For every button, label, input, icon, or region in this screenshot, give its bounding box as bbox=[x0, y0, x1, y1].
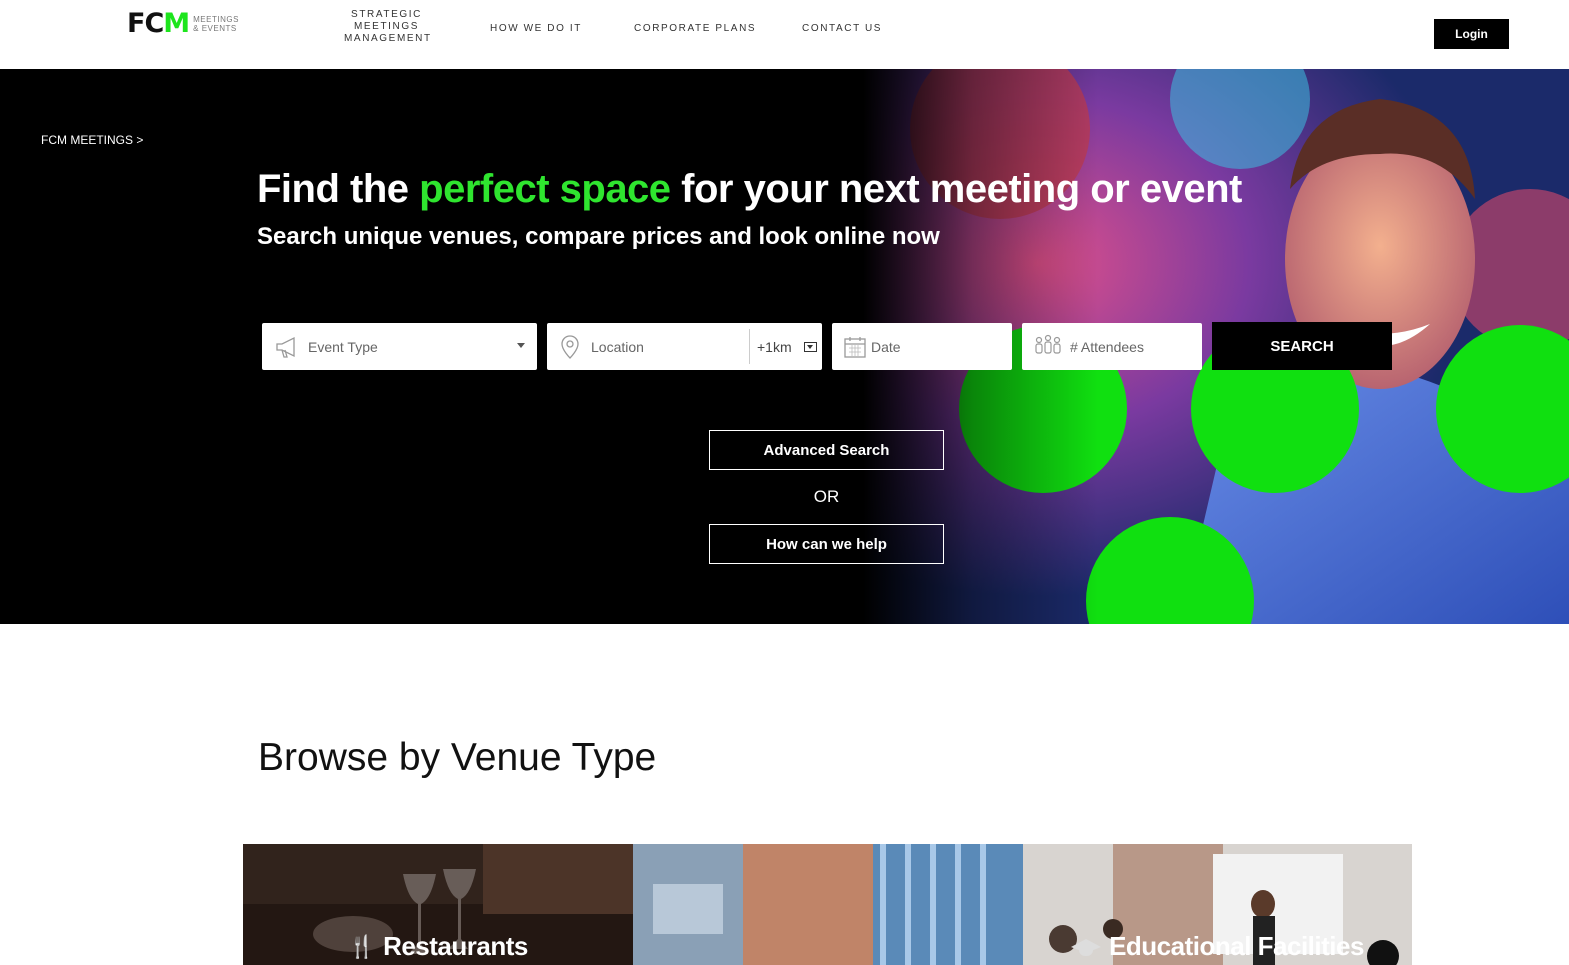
event-type-select[interactable]: Event Type bbox=[262, 323, 537, 370]
breadcrumb[interactable]: FCM MEETINGS > bbox=[41, 133, 143, 147]
radius-dropdown-icon bbox=[803, 341, 817, 352]
radius-selector[interactable]: +1km bbox=[749, 329, 822, 364]
radius-value: +1km bbox=[757, 338, 792, 355]
venue-tile-educational-facilities[interactable]: Educational Facilities bbox=[1023, 844, 1412, 965]
conference-photo bbox=[633, 844, 1023, 965]
hero-subheadline: Search unique venues, compare prices and… bbox=[257, 223, 940, 250]
venue-tile-conference[interactable] bbox=[633, 844, 1023, 965]
location-placeholder: Location bbox=[591, 338, 644, 355]
how-can-we-help-button[interactable]: How can we help bbox=[709, 524, 944, 564]
attendees-field[interactable]: # Attendees bbox=[1022, 323, 1202, 370]
map-pin-icon bbox=[561, 334, 579, 359]
nav-corporate-plans[interactable]: CORPORATE PLANS bbox=[634, 23, 756, 35]
venue-tile-restaurants[interactable]: 🍴 Restaurants bbox=[243, 844, 633, 965]
chevron-down-icon bbox=[517, 343, 525, 348]
attendees-icon bbox=[1035, 334, 1061, 354]
search-button[interactable]: SEARCH bbox=[1212, 322, 1392, 370]
browse-section-title: Browse by Venue Type bbox=[258, 736, 657, 779]
megaphone-icon bbox=[276, 336, 295, 358]
hero-headline: Find the perfect space for your next mee… bbox=[257, 167, 1242, 211]
tile-label: Educational Facilities bbox=[1023, 931, 1412, 962]
logo-mark: FCM bbox=[127, 8, 190, 39]
hero-banner: FCM MEETINGS > Find the perfect space fo… bbox=[0, 69, 1569, 624]
date-placeholder: Date bbox=[871, 338, 901, 355]
tile-label: 🍴 Restaurants bbox=[348, 931, 528, 961]
fork-knife-icon: 🍴 bbox=[348, 933, 376, 959]
attendees-placeholder: # Attendees bbox=[1070, 338, 1144, 355]
nav-strategic-meetings-management[interactable]: STRATEGIC MEETINGS MANAGEMENT bbox=[344, 9, 430, 45]
or-separator: OR bbox=[813, 487, 840, 506]
advanced-search-button[interactable]: Advanced Search bbox=[709, 430, 944, 470]
nav-how-we-do-it[interactable]: HOW WE DO IT bbox=[490, 23, 582, 35]
calendar-icon bbox=[844, 336, 866, 358]
login-button[interactable]: Login bbox=[1434, 19, 1509, 49]
date-field[interactable]: Date bbox=[832, 323, 1012, 370]
site-header: FCM MEETINGS & EVENTS STRATEGIC MEETINGS… bbox=[0, 0, 1569, 69]
nav-contact-us[interactable]: CONTACT US bbox=[802, 23, 882, 35]
fcm-logo[interactable]: FCM MEETINGS & EVENTS bbox=[127, 10, 253, 37]
graduation-cap-icon bbox=[1071, 937, 1102, 957]
location-field[interactable]: Location +1km bbox=[547, 323, 822, 370]
logo-subtitle: MEETINGS & EVENTS bbox=[193, 14, 239, 33]
event-type-placeholder: Event Type bbox=[308, 338, 378, 355]
